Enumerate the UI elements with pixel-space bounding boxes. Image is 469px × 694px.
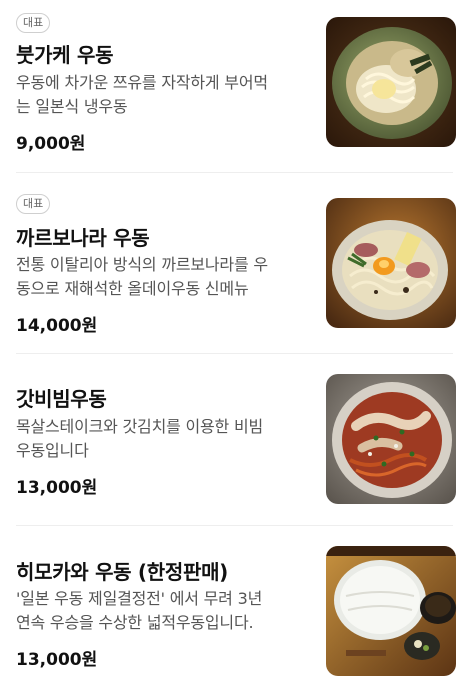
description-line: 동으로 재해석한 올데이우동 신메뉴 bbox=[16, 279, 249, 298]
menu-price: 13,000원 bbox=[16, 650, 98, 670]
menu-name: 까르보나라 우동 bbox=[16, 226, 150, 250]
menu-price: 14,000원 bbox=[16, 316, 98, 336]
menu-photo[interactable] bbox=[326, 374, 456, 504]
menu-name: 갓비빔우동 bbox=[16, 387, 107, 411]
menu-description: 목살스테이크와 갓김치를 이용한 비빔 우동입니다 bbox=[16, 415, 312, 463]
menu-description: 우동에 차가운 쯔유를 자작하게 부어먹 는 일본식 냉우동 bbox=[16, 71, 312, 119]
description-line: 는 일본식 냉우동 bbox=[16, 97, 128, 116]
description-line: 우동입니다 bbox=[16, 441, 89, 460]
menu-name: 붓가케 우동 bbox=[16, 43, 114, 67]
menu-photo[interactable] bbox=[326, 198, 456, 328]
menu-price: 13,000원 bbox=[16, 478, 98, 498]
description-line: 목살스테이크와 갓김치를 이용한 비빔 bbox=[16, 417, 263, 436]
menu-description: '일본 우동 제일결정전' 에서 무려 3년 연속 우승을 수상한 넓적우동입니… bbox=[16, 587, 312, 635]
menu-photo[interactable] bbox=[326, 546, 456, 676]
menu-photo[interactable] bbox=[326, 17, 456, 147]
signature-badge: 대표 bbox=[16, 194, 51, 214]
menu-list: 대표 붓가케 우동 우동에 차가운 쯔유를 자작하게 부어먹 는 일본식 냉우동… bbox=[0, 0, 469, 694]
description-line: '일본 우동 제일결정전' 에서 무려 3년 bbox=[16, 589, 263, 608]
menu-price: 9,000원 bbox=[16, 134, 86, 154]
menu-item-carbonara-udon[interactable]: 대표 까르보나라 우동 전통 이탈리아 방식의 까르보나라를 우 동으로 재해석… bbox=[0, 173, 469, 354]
description-line: 전통 이탈리아 방식의 까르보나라를 우 bbox=[16, 255, 268, 274]
carbonara-udon-photo bbox=[326, 198, 456, 328]
menu-description: 전통 이탈리아 방식의 까르보나라를 우 동으로 재해석한 올데이우동 신메뉴 bbox=[16, 253, 312, 301]
gat-bibim-udon-photo bbox=[326, 374, 456, 504]
description-line: 연속 우승을 수상한 넓적우동입니다. bbox=[16, 613, 254, 632]
signature-badge: 대표 bbox=[16, 13, 51, 33]
menu-item-gat-bibim-udon[interactable]: 갓비빔우동 목살스테이크와 갓김치를 이용한 비빔 우동입니다 13,000원 bbox=[0, 353, 469, 526]
description-line: 우동에 차가운 쯔유를 자작하게 부어먹 bbox=[16, 73, 268, 92]
menu-item-bukkake-udon[interactable]: 대표 붓가케 우동 우동에 차가운 쯔유를 자작하게 부어먹 는 일본식 냉우동… bbox=[0, 0, 469, 173]
bukkake-udon-photo bbox=[326, 17, 456, 147]
himokawa-udon-photo bbox=[326, 546, 456, 676]
menu-name: 히모카와 우동 (한정판매) bbox=[16, 560, 229, 584]
menu-item-himokawa-udon[interactable]: 히모카와 우동 (한정판매) '일본 우동 제일결정전' 에서 무려 3년 연속… bbox=[0, 525, 469, 694]
